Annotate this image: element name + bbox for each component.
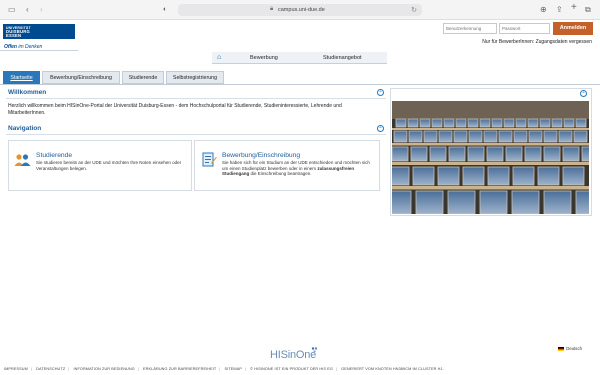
- divider: [6, 134, 386, 135]
- separator: |: [335, 367, 337, 371]
- address-bar[interactable]: 🔒︎ campus.uni-due.de ↻: [178, 4, 422, 16]
- login-button[interactable]: Anmelden: [553, 22, 593, 35]
- card-studierende[interactable]: Studierende Sie studieren bereits an der…: [8, 140, 192, 191]
- reload-icon[interactable]: ↻: [411, 6, 417, 14]
- separator: |: [137, 367, 139, 371]
- footer-links: IMPRESSUM | DATENSCHUTZ | INFORMATION ZUR …: [4, 367, 444, 371]
- footer-link-sitemap[interactable]: SITEMAP: [225, 367, 242, 371]
- card-description-part: die Einschreibung beantragen.: [249, 171, 312, 177]
- topnav-item-bewerbung[interactable]: Bewerbung: [250, 55, 278, 61]
- application-form-icon: [202, 152, 217, 169]
- hisinone-logo-dots: [311, 347, 319, 355]
- footer-link-barrierefreiheit[interactable]: ERKLÄRUNG ZUR BARRIEREFREIHEIT: [143, 367, 216, 371]
- tab-overview-icon[interactable]: ⧉: [585, 5, 591, 15]
- language-label: Deutsch: [566, 346, 582, 351]
- home-icon[interactable]: ⌂: [217, 54, 221, 61]
- separator: |: [244, 367, 247, 371]
- share-icon[interactable]: ⇪: [556, 5, 563, 15]
- divider: [0, 50, 78, 51]
- separator: |: [30, 367, 32, 371]
- footer-link-his[interactable]: © HISINONE IST EIN PRODUKT DER HIS EG: [250, 367, 333, 371]
- topnav-item-studienangebot[interactable]: Studienangebot: [323, 55, 362, 61]
- card-description: Sie studieren bereits an der UDE und möc…: [36, 160, 182, 171]
- students-icon: [14, 153, 31, 169]
- new-tab-icon[interactable]: +: [571, 3, 577, 13]
- divider: [6, 98, 386, 99]
- card-description: Sie haben sich für ein Studium an der UD…: [222, 160, 377, 177]
- browser-toolbar: ▭ ‹ › ◐ 🔒︎ campus.uni-due.de ↻ ⊕ ⇪ + ⧉: [0, 0, 600, 20]
- sidebar-toggle-icon[interactable]: ▭: [8, 5, 16, 15]
- navigation-heading: Navigation: [8, 125, 42, 132]
- collapse-navigation-icon[interactable]: ⌃: [377, 125, 384, 132]
- username-input[interactable]: [443, 23, 497, 34]
- card-bewerbung-einschreibung[interactable]: Bewerbung/Einschreibung Sie haben sich f…: [194, 140, 380, 191]
- welcome-text: Herzlich willkommen beim HISinOne-Portal…: [8, 103, 342, 116]
- download-icon[interactable]: ⊕: [540, 5, 547, 15]
- card-title: Bewerbung/Einschreibung: [222, 152, 301, 159]
- forgot-credentials-link[interactable]: Nur für BewerberInnen: Zugangsdaten verg…: [482, 39, 592, 45]
- divider: [0, 84, 600, 85]
- logo-line3: ESSEN: [6, 33, 22, 38]
- url-text: campus.uni-due.de: [278, 6, 325, 13]
- password-input[interactable]: [499, 23, 550, 34]
- footer-link-datenschutz[interactable]: DATENSCHUTZ: [36, 367, 65, 371]
- university-logo[interactable]: UNIVERSITÄT DUISBURG ESSEN: [3, 24, 75, 39]
- shield-icon[interactable]: ◐: [163, 5, 167, 15]
- footer-link-impressum[interactable]: IMPRESSUM: [4, 367, 28, 371]
- top-navigation: ⌂ Bewerbung Studienangebot: [212, 52, 387, 64]
- german-flag-icon: [558, 346, 565, 351]
- tab-studierende[interactable]: Studierende: [122, 71, 164, 84]
- language-selector[interactable]: Deutsch: [558, 346, 582, 351]
- separator: |: [219, 367, 221, 371]
- footer-node-info: GENERIERT VOM KNOTEN HN389CM IM CLUSTER …: [341, 367, 444, 371]
- welcome-heading: Willkommen: [8, 89, 47, 96]
- forward-icon[interactable]: ›: [40, 5, 43, 15]
- back-icon[interactable]: ‹: [26, 5, 29, 15]
- separator: |: [68, 367, 70, 371]
- lecture-hall-photo: [392, 101, 589, 214]
- tab-startseite[interactable]: Startseite: [3, 71, 40, 84]
- footer-link-bedienung[interactable]: INFORMATION ZUR BEDIENUNG: [74, 367, 135, 371]
- collapse-image-icon[interactable]: ⌃: [580, 90, 587, 97]
- card-title: Studierende: [36, 152, 73, 159]
- tab-selbstregistrierung[interactable]: Selbstregistrierung: [166, 71, 224, 84]
- lock-icon: 🔒︎: [270, 6, 274, 12]
- hisinone-logo: HISinOne: [270, 349, 317, 361]
- collapse-welcome-icon[interactable]: ⌃: [377, 89, 384, 96]
- tab-bewerbung-einschreibung[interactable]: Bewerbung/Einschreibung: [42, 71, 120, 84]
